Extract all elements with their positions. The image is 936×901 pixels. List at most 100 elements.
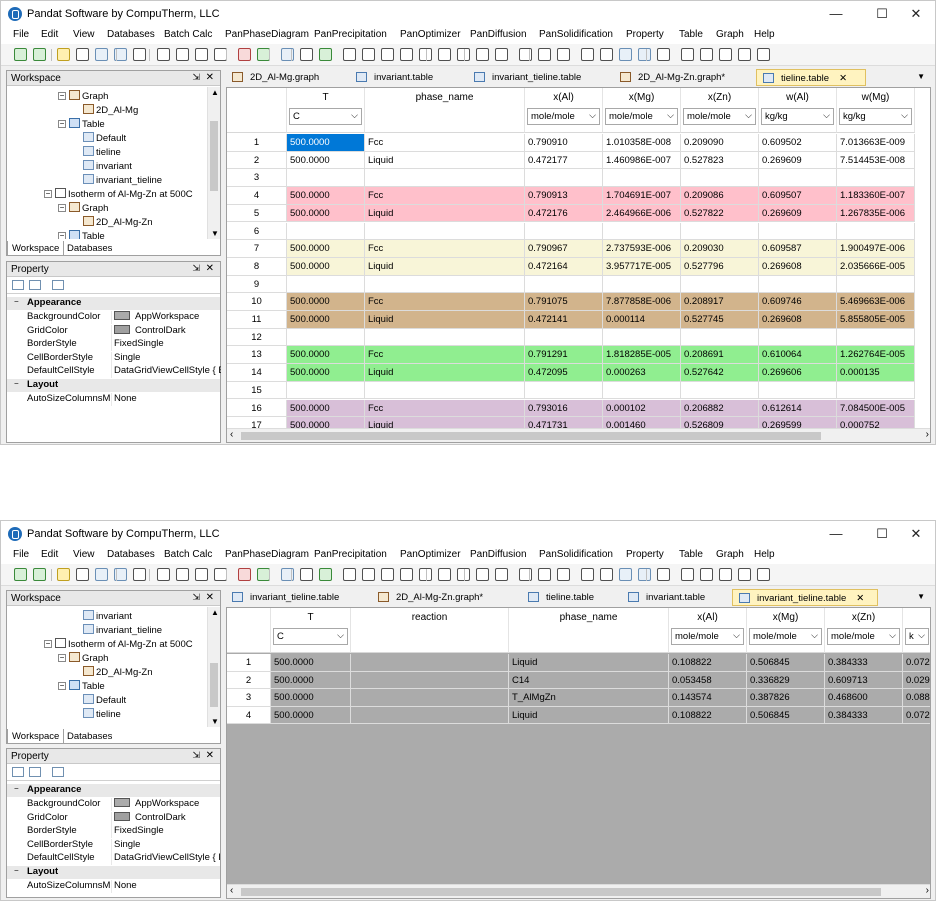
table-cell[interactable] (837, 275, 915, 294)
print-icon[interactable] (133, 568, 146, 581)
row-number[interactable]: 11 (227, 311, 287, 329)
pin-icon[interactable]: ⇲ (192, 750, 200, 761)
table-cell[interactable] (365, 169, 525, 188)
menu-edit[interactable]: Edit (41, 549, 58, 560)
table-cell[interactable]: 0.472141 (525, 311, 603, 329)
tree-item-graph[interactable]: − Graph (58, 202, 108, 215)
table-row[interactable]: 14 500.0000 Liquid 0.472095 0.000263 0.527642… (227, 364, 915, 382)
table-cell[interactable]: 500.0000 (287, 293, 365, 311)
table-cell[interactable]: 0.000135 (837, 364, 915, 382)
tool13-icon[interactable] (557, 48, 570, 61)
row-number[interactable]: 15 (227, 381, 287, 400)
table-cell[interactable] (603, 328, 681, 347)
table-cell[interactable]: 1.262764E-005 (837, 346, 915, 365)
unit-select[interactable]: mole/mole ⌵ (671, 628, 744, 645)
tool1-icon[interactable] (319, 48, 332, 61)
table-cell[interactable]: 0.527822 (681, 204, 759, 223)
scroll-up-icon[interactable]: ▲ (211, 608, 219, 617)
tool12-icon[interactable] (538, 48, 551, 61)
scroll-right-icon[interactable]: › (926, 885, 929, 896)
table-cell[interactable]: 0.472176 (525, 204, 603, 223)
cut-icon[interactable] (157, 48, 170, 61)
table-row[interactable]: 7 500.0000 Fcc 0.790967 2.737593E-006 0.20903… (227, 240, 915, 258)
tool3-icon[interactable] (362, 48, 375, 61)
table-cell[interactable] (525, 381, 603, 400)
row-number[interactable]: 1 (227, 134, 287, 152)
tree-item-isotherm-of-al-mg-zn-at-500c[interactable]: − Isotherm of Al-Mg-Zn at 500C (44, 188, 193, 201)
table-cell[interactable]: 0.384333 (825, 654, 903, 672)
table-cell[interactable]: 500.0000 (287, 346, 365, 365)
table-cell[interactable]: 500.0000 (287, 240, 365, 258)
table-cell[interactable]: Fcc (365, 187, 525, 205)
column-header-w-mg-[interactable]: w(Mg) kg/kg ⌵ (837, 88, 915, 133)
tool9-icon[interactable] (476, 568, 489, 581)
table-cell[interactable]: 0.000114 (603, 311, 681, 329)
table-cell[interactable]: Fcc (365, 134, 525, 152)
table-cell[interactable] (681, 275, 759, 294)
table-cell[interactable]: 500.0000 (271, 689, 351, 707)
tool1-icon[interactable] (319, 568, 332, 581)
table-cell[interactable]: Liquid (365, 364, 525, 382)
table-cell[interactable]: Fcc (365, 240, 525, 258)
table-cell[interactable]: T_AlMgZn (509, 689, 669, 707)
column-header-x-mg-[interactable]: x(Mg) mole/mole ⌵ (603, 88, 681, 133)
table-cell[interactable] (603, 169, 681, 188)
table-cell[interactable]: 0.269608 (759, 311, 837, 329)
table-row[interactable]: 2 500.0000 C14 0.053458 0.336829 0.609713 0.02… (227, 671, 930, 689)
table-cell[interactable]: 0.472095 (525, 364, 603, 382)
table-cell[interactable]: 5.855805E-005 (837, 311, 915, 329)
property-category-layout[interactable]: − Layout (7, 378, 220, 392)
unit-select[interactable]: mole/mole ⌵ (749, 628, 822, 645)
property-value[interactable]: ControlDark (111, 324, 221, 338)
property-pages-icon[interactable] (52, 767, 64, 777)
export-icon[interactable] (300, 568, 313, 581)
table-cell[interactable]: 0.209090 (681, 134, 759, 152)
scrollbar-thumb[interactable] (210, 663, 218, 707)
label-icon[interactable] (757, 48, 770, 61)
workspace-scrollbar[interactable]: ▲ ▼ (207, 87, 220, 239)
row-number[interactable]: 10 (227, 293, 287, 311)
table-cell[interactable]: 0.791075 (525, 293, 603, 311)
property-value[interactable]: None (111, 879, 220, 893)
table-row[interactable]: 4 500.0000 Fcc 0.790913 1.704691E-007 0.20908… (227, 187, 915, 205)
tool3-icon[interactable] (362, 568, 375, 581)
menu-pandiffusion[interactable]: PanDiffusion (470, 549, 527, 560)
collapse-icon[interactable]: − (58, 204, 66, 212)
menu-help[interactable]: Help (754, 29, 775, 40)
tool11-icon[interactable] (519, 48, 532, 61)
row-number[interactable]: 3 (227, 689, 271, 707)
tree-item-default[interactable]: Default (83, 132, 126, 145)
table-cell[interactable]: 0.000263 (603, 364, 681, 382)
column-header-phase-name[interactable]: phase_name (509, 608, 669, 653)
property-value[interactable]: Single (111, 351, 221, 365)
property-value[interactable]: AppWorkspace (111, 798, 220, 811)
column-header-k[interactable]: k ⌵ (903, 608, 930, 653)
collapse-icon[interactable]: − (44, 640, 52, 648)
row-number[interactable]: 12 (227, 328, 287, 347)
table-cell[interactable]: 1.267835E-006 (837, 204, 915, 223)
table-cell[interactable]: 1.704691E-007 (603, 187, 681, 205)
table-cell[interactable]: 0.609587 (759, 240, 837, 258)
save-icon[interactable] (76, 48, 89, 61)
menu-file[interactable]: File (13, 29, 29, 40)
table-cell[interactable]: 0.088 (903, 689, 930, 707)
table-cell[interactable]: 1.818285E-005 (603, 346, 681, 365)
calc-icon[interactable] (238, 568, 251, 581)
tool10-icon[interactable] (495, 568, 508, 581)
collapse-icon[interactable]: − (58, 120, 66, 128)
tree-item-table[interactable]: − Table (58, 680, 105, 693)
row-number[interactable]: 4 (227, 187, 287, 205)
table-cell[interactable]: Liquid (509, 706, 669, 724)
row-number[interactable]: 7 (227, 240, 287, 258)
scroll-down-icon[interactable]: ▼ (211, 717, 219, 726)
table-cell[interactable]: 0.208691 (681, 346, 759, 365)
doc-tab-2d-al-mg-zn-graph-[interactable]: 2D_Al-Mg-Zn.graph* (614, 69, 756, 86)
table-cell[interactable] (525, 275, 603, 294)
tree-item-2d-al-mg-zn[interactable]: 2D_Al-Mg-Zn (83, 666, 153, 679)
table-cell[interactable]: 0.209030 (681, 240, 759, 258)
doc-tab-tieline-table[interactable]: tieline.table ✕ (756, 69, 866, 86)
table-cell[interactable]: 0.609502 (759, 134, 837, 152)
table-cell[interactable]: 0.269608 (759, 257, 837, 276)
table-cell[interactable] (287, 381, 365, 400)
row-number[interactable]: 2 (227, 151, 287, 170)
